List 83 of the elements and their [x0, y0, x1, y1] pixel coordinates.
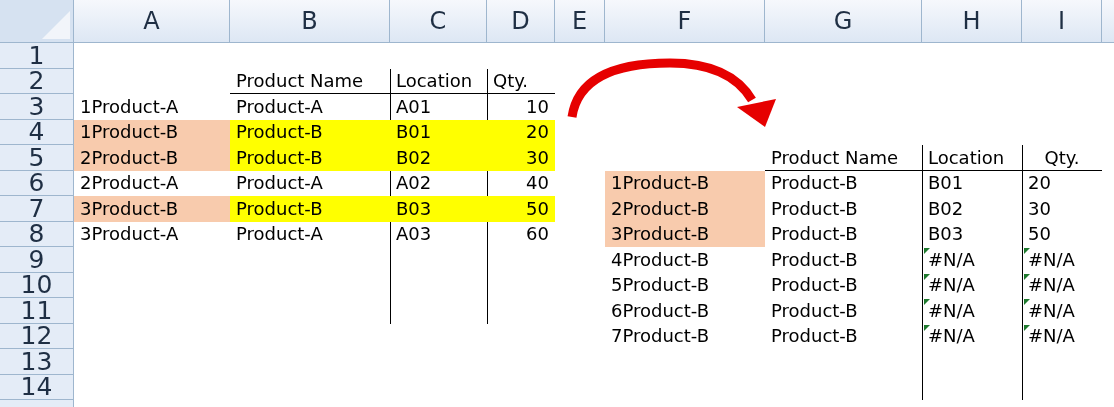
row-header[interactable]: 10: [0, 272, 74, 298]
column-header[interactable]: B: [230, 0, 390, 43]
table-cell-text: Product-A: [235, 94, 324, 119]
table-cell: Product-B: [230, 145, 390, 171]
table-cell: 30: [487, 145, 555, 171]
table-cell: 3Product-B: [605, 221, 765, 247]
table-cell-text: 60: [525, 222, 550, 247]
column-header[interactable]: I: [1022, 0, 1102, 43]
column-header[interactable]: F: [605, 0, 765, 43]
table-cell-text: 4Product-B: [610, 247, 710, 272]
table-cell: 1Product-B: [74, 119, 230, 145]
row-header[interactable]: 8: [0, 221, 74, 247]
row-header[interactable]: 13: [0, 349, 74, 375]
table-cell-text: 2Product-A: [79, 171, 180, 196]
table-cell: B03: [390, 196, 487, 222]
column-header[interactable]: H: [922, 0, 1022, 43]
table-cell: 1Product-B: [605, 170, 765, 196]
row-header[interactable]: 14: [0, 374, 74, 400]
table-cell-text: Product-B: [770, 222, 859, 247]
table-cell-text: 5Product-B: [610, 273, 710, 298]
table-cell-text: Product Name: [235, 69, 365, 94]
row-header[interactable]: 3: [0, 94, 74, 120]
row-header[interactable]: 2: [0, 68, 74, 94]
table-cell-text: Location: [927, 145, 1006, 170]
table-cell: Product-B: [230, 119, 390, 145]
row-header[interactable]: 11: [0, 298, 74, 324]
column-header[interactable]: C: [390, 0, 487, 43]
table-cell-text: 40: [525, 171, 550, 196]
table-cell: Product-B: [230, 196, 390, 222]
table-cell: #N/A: [1022, 323, 1102, 349]
table-cell: 2Product-B: [74, 145, 230, 171]
table-cell: 3Product-B: [74, 196, 230, 222]
row-header[interactable]: 4: [0, 119, 74, 145]
table-cell-text: B03: [927, 222, 965, 247]
table-cell: #N/A: [922, 323, 1022, 349]
table-cell-text: 3Product-A: [79, 222, 180, 247]
table-cell-text: Product-B: [770, 324, 859, 349]
table-cell-text: A03: [395, 222, 433, 247]
row-header[interactable]: 12: [0, 323, 74, 349]
table-cell-text: Product-A: [235, 171, 324, 196]
table-cell-text: B01: [927, 171, 965, 196]
column-header[interactable]: A: [74, 0, 230, 43]
table-cell-text: 1Product-A: [79, 94, 180, 119]
row-header[interactable]: 1: [0, 43, 74, 69]
table-cell-text: 30: [1027, 196, 1052, 221]
table-cell-text: Product-B: [770, 171, 859, 196]
table-cell: 20: [487, 119, 555, 145]
table-cell: 50: [487, 196, 555, 222]
table-cell-text: Product-B: [770, 196, 859, 221]
table-cell-text: Location: [395, 69, 474, 94]
select-all-icon[interactable]: [42, 11, 70, 39]
table-cell: #N/A: [922, 298, 1022, 324]
table-cell: #N/A: [1022, 298, 1102, 324]
table-cell-text: 10: [525, 94, 550, 119]
table-cell-text: 6Product-B: [610, 298, 710, 323]
table-cell-text: Qty.: [492, 69, 530, 94]
table-cell-text: Product-B: [770, 247, 859, 272]
table-cell-text: 7Product-B: [610, 324, 710, 349]
table-cell-text: 20: [1027, 171, 1052, 196]
table-cell-text: B02: [927, 196, 965, 221]
table-cell: 2Product-B: [605, 196, 765, 222]
table-cell-text: 50: [1027, 222, 1052, 247]
table-cell: #N/A: [1022, 272, 1102, 298]
table-cell-text: Product-B: [770, 298, 859, 323]
row-header[interactable]: 9: [0, 247, 74, 273]
table-cell-text: Qty.: [1043, 145, 1081, 170]
column-header[interactable]: D: [487, 0, 555, 43]
table-cell: #N/A: [922, 272, 1022, 298]
table-cell-text: Product-A: [235, 222, 324, 247]
table-cell: B01: [390, 119, 487, 145]
table-cell-text: A01: [395, 94, 433, 119]
table-cell-text: A02: [395, 171, 433, 196]
row-header[interactable]: 5: [0, 145, 74, 171]
column-header[interactable]: G: [765, 0, 922, 43]
column-header[interactable]: E: [555, 0, 605, 43]
table-cell-text: Product-B: [770, 273, 859, 298]
row-header[interactable]: 6: [0, 170, 74, 196]
table-cell: B02: [390, 145, 487, 171]
column-header-edge: [1102, 0, 1114, 43]
row-header[interactable]: 7: [0, 196, 74, 222]
table-cell: #N/A: [1022, 247, 1102, 273]
table-cell-text: Product Name: [770, 145, 900, 170]
table-cell: #N/A: [922, 247, 1022, 273]
